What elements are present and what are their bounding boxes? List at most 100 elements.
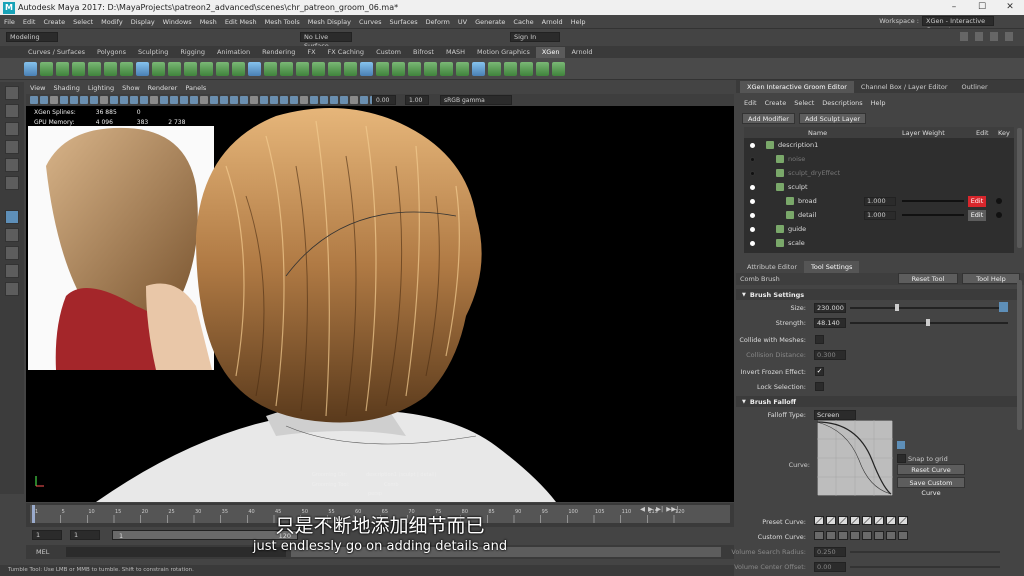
menu-curves[interactable]: Curves (359, 18, 382, 26)
xgen-shelf-tool-icon[interactable] (152, 61, 165, 76)
brush-falloff-section[interactable]: ▼ Brush Falloff (736, 396, 1018, 407)
menu-deform[interactable]: Deform (426, 18, 450, 26)
preset-curve-icon[interactable] (826, 516, 836, 525)
custom-curve-icon[interactable] (850, 531, 860, 540)
layer-weight-field[interactable]: 1.000 (864, 196, 896, 206)
shelf-tab-arnold[interactable]: Arnold (565, 47, 598, 58)
minimize-button[interactable]: – (940, 0, 968, 15)
viewport-menu-lighting[interactable]: Lighting (88, 84, 114, 94)
custom-curve-icon[interactable] (814, 531, 824, 540)
tree-row-detail[interactable]: detail 1.000 Edit (744, 208, 1014, 222)
viewport-toolbar-icon[interactable] (100, 96, 108, 104)
stacked-view-icon[interactable] (5, 264, 19, 278)
viewport-toolbar-icon[interactable] (150, 96, 158, 104)
xgen-shelf-tool-icon[interactable] (40, 61, 53, 76)
paint-select-icon[interactable] (5, 122, 19, 136)
menu-display[interactable]: Display (131, 18, 155, 26)
volume-offset-slider[interactable] (850, 566, 1000, 568)
volume-offset-field[interactable]: 0.00 (814, 561, 846, 572)
xgen-shelf-tool-icon[interactable] (312, 61, 325, 76)
xgen-shelf-tool-icon[interactable] (72, 61, 85, 76)
preset-curve-icon[interactable] (850, 516, 860, 525)
top-tab-2[interactable]: Outliner (955, 81, 995, 93)
collide-checkbox[interactable] (815, 335, 824, 344)
collision-distance-field[interactable]: 0.300 (814, 349, 846, 360)
size-step-icon[interactable] (999, 302, 1008, 312)
sign-in-button[interactable]: Sign In (510, 32, 560, 42)
xgen-shelf-tool-icon[interactable] (328, 61, 341, 76)
menu-help[interactable]: Help (571, 18, 586, 26)
size-slider[interactable] (850, 307, 1000, 309)
key-dot-icon[interactable] (996, 212, 1002, 218)
viewport-toolbar-icon[interactable] (120, 96, 128, 104)
groom-menu-select[interactable]: Select (794, 99, 814, 107)
tree-row-noise[interactable]: noise (744, 152, 1014, 166)
strength-field[interactable]: 48.140 (814, 317, 846, 328)
size-field[interactable]: 230.000 (814, 302, 846, 313)
tool-settings-scrollbar[interactable] (1017, 280, 1022, 430)
tool-help-button[interactable]: Tool Help (962, 273, 1020, 284)
custom-curve-icon[interactable] (874, 531, 884, 540)
top-tab-1[interactable]: Channel Box / Layer Editor (854, 81, 955, 93)
menu-arnold[interactable]: Arnold (542, 18, 563, 26)
tree-row-sculpt-dryeffect[interactable]: sculpt_dryEffect (744, 166, 1014, 180)
toggle-panel-icon[interactable] (975, 32, 983, 41)
xgen-shelf-tool-icon[interactable] (536, 61, 549, 76)
viewport-toolbar-icon[interactable] (330, 96, 338, 104)
viewport-toolbar-icon[interactable] (230, 96, 238, 104)
shelf-tab-mash[interactable]: MASH (440, 47, 471, 58)
viewport-toolbar-icon[interactable] (310, 96, 318, 104)
viewport-toolbar-icon[interactable] (300, 96, 308, 104)
viewport-toolbar-icon[interactable] (270, 96, 278, 104)
xgen-shelf-tool-icon[interactable] (440, 61, 453, 76)
viewport-toolbar-icon[interactable] (160, 96, 168, 104)
select-tool-icon[interactable] (5, 86, 19, 100)
add-modifier-button[interactable]: Add Modifier (742, 112, 795, 124)
lock-selection-checkbox[interactable] (815, 382, 824, 391)
xgen-shelf-tool-icon[interactable] (88, 61, 101, 76)
bottom-tab-tool-settings[interactable]: Tool Settings (804, 261, 860, 273)
menu-select[interactable]: Select (73, 18, 93, 26)
xgen-shelf-tool-icon[interactable] (344, 61, 357, 76)
viewport[interactable] (26, 106, 734, 502)
layer-weight-slider[interactable] (902, 200, 964, 202)
xgen-shelf-tool-icon[interactable] (504, 61, 517, 76)
viewport-menu-renderer[interactable]: Renderer (148, 84, 178, 94)
falloff-type-dropdown[interactable]: Screen (814, 409, 856, 420)
bottom-tab-attribute-editor[interactable]: Attribute Editor (740, 261, 804, 273)
tree-row-description1[interactable]: description1 (744, 138, 1014, 152)
single-view-icon[interactable] (5, 210, 19, 224)
custom-curve-icon[interactable] (826, 531, 836, 540)
volume-radius-field[interactable]: 0.250 (814, 546, 846, 557)
xgen-shelf-tool-icon[interactable] (248, 61, 261, 76)
tree-row-broad[interactable]: broad 1.000 Edit (744, 194, 1014, 208)
xgen-shelf-tool-icon[interactable] (24, 61, 37, 76)
preset-curve-icon[interactable] (838, 516, 848, 525)
xgen-shelf-tool-icon[interactable] (168, 61, 181, 76)
shelf-tab-fx[interactable]: FX (301, 47, 321, 58)
viewport-toolbar-icon[interactable] (90, 96, 98, 104)
save-custom-curve-button[interactable]: Save Custom Curve (897, 477, 965, 497)
size-slider-handle[interactable] (895, 304, 899, 311)
xgen-shelf-tool-icon[interactable] (200, 61, 213, 76)
xgen-shelf-tool-icon[interactable] (376, 61, 389, 76)
viewport-toolbar-icon[interactable] (250, 96, 258, 104)
visibility-dot-icon[interactable] (750, 212, 755, 218)
visibility-dot-icon[interactable] (750, 156, 755, 162)
shelf-tab-rigging[interactable]: Rigging (174, 47, 211, 58)
custom-curve-icon[interactable] (898, 531, 908, 540)
move-tool-icon[interactable] (5, 140, 19, 154)
xgen-shelf-tool-icon[interactable] (104, 61, 117, 76)
shelf-tab-xgen[interactable]: XGen (535, 47, 566, 58)
viewport-toolbar-icon[interactable] (30, 96, 38, 104)
menu-set-dropdown[interactable]: Modeling (6, 32, 58, 42)
visibility-dot-icon[interactable] (750, 170, 755, 176)
visibility-dot-icon[interactable] (750, 184, 755, 190)
visibility-dot-icon[interactable] (750, 226, 755, 232)
xgen-shelf-tool-icon[interactable] (280, 61, 293, 76)
volume-radius-slider[interactable] (850, 551, 1000, 553)
preset-curve-icon[interactable] (898, 516, 908, 525)
reset-tool-button[interactable]: Reset Tool (898, 273, 958, 284)
menu-mesh-display[interactable]: Mesh Display (308, 18, 351, 26)
xgen-shelf-tool-icon[interactable] (408, 61, 421, 76)
